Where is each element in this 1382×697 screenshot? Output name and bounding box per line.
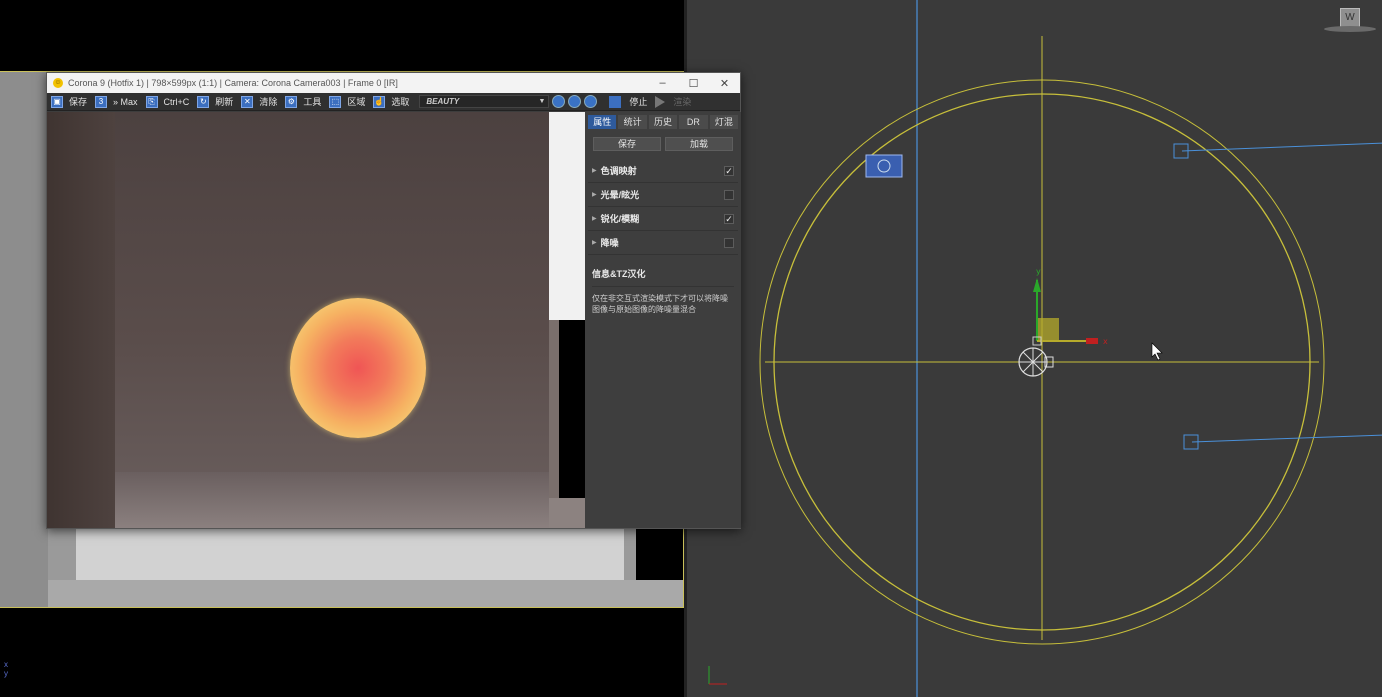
render-left-wall bbox=[47, 112, 115, 528]
tone-mapping-checkbox[interactable]: ✓ bbox=[724, 166, 734, 176]
viewcube-icon[interactable]: W bbox=[1340, 8, 1360, 28]
send-to-max-button[interactable]: 3 » Max bbox=[91, 93, 142, 111]
load-settings-button[interactable]: 加载 bbox=[665, 137, 733, 151]
save-button[interactable]: ▣ 保存 bbox=[47, 93, 91, 111]
render-pass-select[interactable]: BEAUTY ▼ bbox=[419, 95, 550, 108]
render-opening bbox=[559, 320, 585, 498]
pick-icon: ☝ bbox=[373, 95, 386, 108]
svg-text:x: x bbox=[1103, 337, 1108, 346]
corona-logo-icon: ☺ bbox=[53, 78, 63, 88]
chevron-down-icon: ▼ bbox=[538, 98, 546, 105]
vfb-titlebar[interactable]: ☺ Corona 9 (Hotfix 1) | 798×599px (1:1) … bbox=[47, 73, 740, 93]
viewcube-base[interactable] bbox=[1324, 26, 1376, 32]
viewport-wireframe: y x bbox=[708, 0, 1382, 697]
play-icon[interactable] bbox=[655, 95, 666, 108]
render-button[interactable]: 渲染 bbox=[673, 95, 691, 108]
stop-button[interactable]: 停止 bbox=[629, 95, 647, 108]
zoom-out-icon[interactable] bbox=[584, 95, 598, 108]
maximize-button[interactable]: ☐ bbox=[678, 77, 709, 90]
axis-y-label: y bbox=[4, 669, 8, 678]
render-floor-corner bbox=[549, 498, 585, 528]
vfb-tabs: 属性 统计 历史 DR 灯混 bbox=[585, 112, 741, 129]
copy-icon: ⎘ bbox=[145, 95, 158, 108]
camera-icon bbox=[865, 154, 903, 178]
stop-icon[interactable] bbox=[609, 95, 622, 108]
corona-vfb-window[interactable]: ☺ Corona 9 (Hotfix 1) | 798×599px (1:1) … bbox=[46, 72, 741, 529]
save-load-row: 保存 加载 bbox=[585, 129, 741, 151]
render-canvas[interactable] bbox=[47, 112, 585, 528]
tools-button[interactable]: ⚙ 工具 bbox=[281, 93, 325, 111]
camera-target-line-2 bbox=[1191, 434, 1382, 443]
pick-button[interactable]: ☝ 选取 bbox=[369, 93, 413, 111]
svg-text:y: y bbox=[1036, 267, 1041, 276]
max-icon: 3 bbox=[95, 95, 108, 108]
section-tone-mapping[interactable]: ▶ 色调映射 ✓ bbox=[588, 159, 738, 183]
minimize-button[interactable]: – bbox=[647, 77, 678, 89]
info-text: 仅在非交互式渲染模式下才可以将降噪图像与原始图像的降噪量混合 bbox=[592, 294, 728, 314]
section-sharpen-blur[interactable]: ▶ 锐化/模糊 ✓ bbox=[588, 207, 738, 231]
bloom-glare-checkbox[interactable] bbox=[724, 190, 734, 200]
clear-icon: ✕ bbox=[241, 95, 254, 108]
save-icon: ▣ bbox=[51, 95, 63, 108]
camera-target-line-1 bbox=[1181, 142, 1382, 152]
vfb-title: Corona 9 (Hotfix 1) | 798×599px (1:1) | … bbox=[68, 78, 398, 88]
tab-properties[interactable]: 属性 bbox=[588, 115, 617, 129]
axis-x-label: x bbox=[4, 660, 8, 669]
caret-right-icon: ▶ bbox=[592, 240, 597, 246]
zoom-in-icon[interactable] bbox=[568, 95, 582, 108]
vfb-side-panel: 属性 统计 历史 DR 灯混 保存 加载 ▶ 色调映射 ✓ ▶ 光晕/眩光 ▶ … bbox=[585, 112, 741, 528]
caret-right-icon: ▶ bbox=[592, 168, 597, 174]
render-light-disc bbox=[290, 298, 426, 438]
close-button[interactable]: ✕ bbox=[709, 77, 740, 90]
denoise-checkbox[interactable] bbox=[724, 238, 734, 248]
caret-right-icon: ▶ bbox=[592, 192, 597, 198]
tab-history[interactable]: 历史 bbox=[648, 115, 678, 129]
clear-button[interactable]: ✕ 清除 bbox=[237, 93, 281, 111]
render-floor bbox=[115, 472, 549, 528]
refresh-button[interactable]: ↻ 刷新 bbox=[193, 93, 237, 111]
render-window-light bbox=[549, 112, 585, 320]
tab-dr[interactable]: DR bbox=[679, 115, 708, 129]
gear-icon: ⚙ bbox=[285, 95, 298, 108]
region-button[interactable]: ⬚ 区域 bbox=[325, 93, 369, 111]
tab-lightmix[interactable]: 灯混 bbox=[709, 115, 739, 129]
refresh-icon: ↻ bbox=[197, 95, 210, 108]
zoom-fit-icon[interactable] bbox=[552, 95, 566, 108]
mouse-cursor bbox=[1151, 342, 1163, 361]
tab-stats[interactable]: 统计 bbox=[618, 115, 647, 129]
copy-button[interactable]: ⎘ Ctrl+C bbox=[142, 93, 194, 111]
info-title: 信息&TZ汉化 bbox=[592, 267, 734, 287]
vfb-toolbar: ▣ 保存 3 » Max ⎘ Ctrl+C ↻ 刷新 ✕ 清除 ⚙ 工具 ⬚ 区… bbox=[47, 93, 740, 111]
desktop: x y y x W ☺ Corona 9 (Hotfix 1) | 798×59… bbox=[0, 0, 1382, 697]
top-viewport[interactable]: y x W bbox=[684, 0, 1382, 697]
section-bloom-glare[interactable]: ▶ 光晕/眩光 bbox=[588, 183, 738, 207]
section-denoise[interactable]: ▶ 降噪 bbox=[588, 231, 738, 255]
viewport-axis-gizmo: x y bbox=[4, 660, 8, 678]
save-settings-button[interactable]: 保存 bbox=[593, 137, 661, 151]
sharpen-blur-checkbox[interactable]: ✓ bbox=[724, 214, 734, 224]
caret-right-icon: ▶ bbox=[592, 216, 597, 222]
region-icon: ⬚ bbox=[329, 95, 342, 108]
